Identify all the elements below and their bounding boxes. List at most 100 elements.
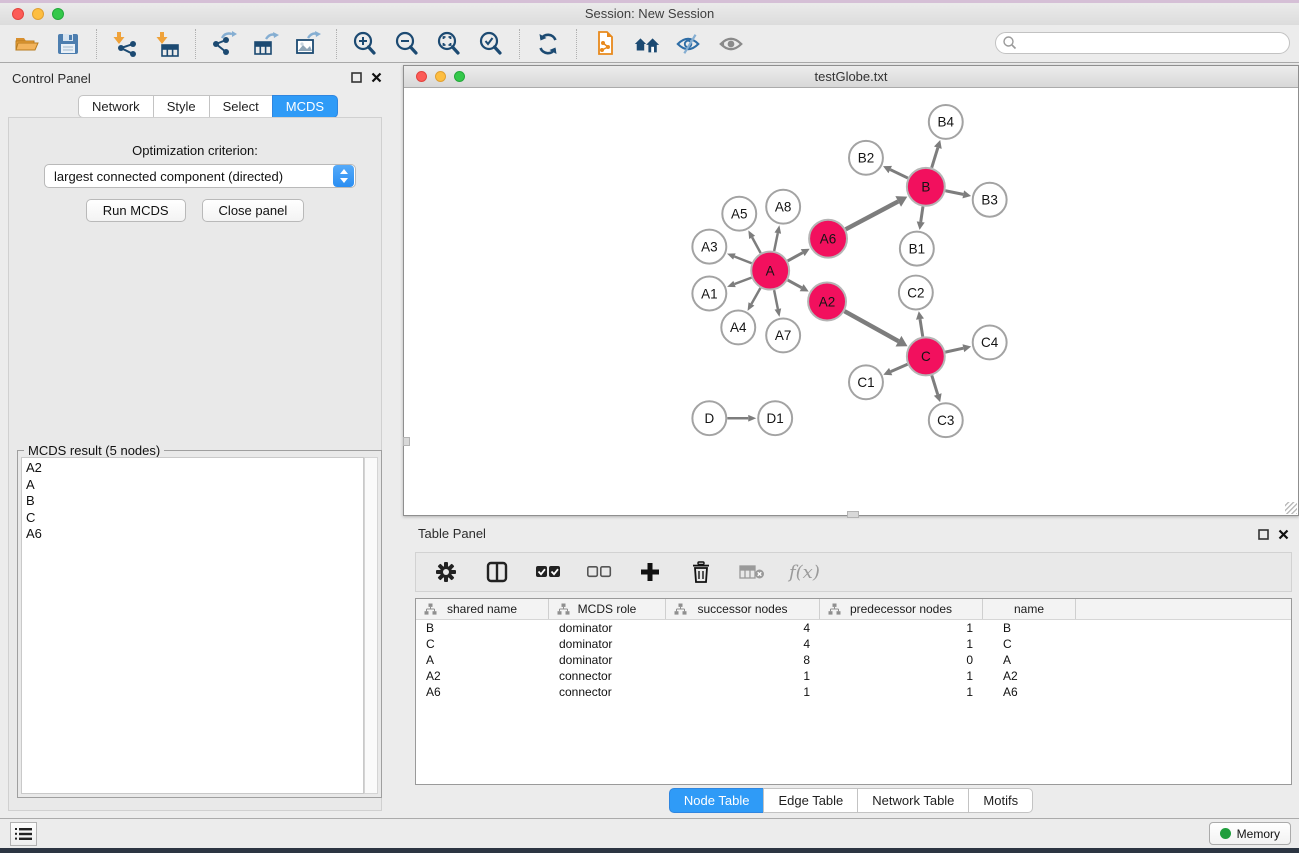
- cell-shared-name[interactable]: B: [416, 621, 549, 635]
- cell-name[interactable]: A2: [983, 669, 1076, 683]
- open-file-icon[interactable]: [12, 30, 40, 58]
- delete-table-icon[interactable]: [738, 558, 766, 586]
- open-session-icon[interactable]: [591, 30, 619, 58]
- cell-MCDS-role[interactable]: connector: [549, 685, 666, 699]
- tab-node-table[interactable]: Node Table: [669, 788, 765, 813]
- cell-name[interactable]: A: [983, 653, 1076, 667]
- edge-C-C3[interactable]: [932, 375, 938, 394]
- select-all-icon[interactable]: [534, 558, 562, 586]
- edge-C-C1[interactable]: [891, 364, 908, 371]
- deselect-all-icon[interactable]: [585, 558, 613, 586]
- table-row[interactable]: A6connector11A6: [416, 684, 1291, 700]
- edge-A-A5[interactable]: [752, 237, 761, 253]
- cell-MCDS-role[interactable]: connector: [549, 669, 666, 683]
- table-row[interactable]: A2connector11A2: [416, 668, 1291, 684]
- tab-mcds[interactable]: MCDS: [272, 95, 338, 118]
- splitter-handle-bottom[interactable]: [847, 511, 859, 518]
- import-network-icon[interactable]: [111, 30, 139, 58]
- hide-selected-icon[interactable]: [675, 30, 703, 58]
- network-graph[interactable]: B4B2BB3A5A8A6A3B1AA1C2A2A4A7C4CC1C3DD1: [404, 89, 1298, 515]
- cell-name[interactable]: B: [983, 621, 1076, 635]
- cell-name[interactable]: A6: [983, 685, 1076, 699]
- edge-C-C2[interactable]: [920, 319, 923, 337]
- search-input[interactable]: [1018, 34, 1289, 52]
- memory-button[interactable]: Memory: [1209, 822, 1291, 845]
- edge-A-A8[interactable]: [774, 233, 778, 251]
- search-field[interactable]: [995, 32, 1290, 54]
- edge-A2-C[interactable]: [844, 311, 898, 341]
- zoom-fit-icon[interactable]: [435, 30, 463, 58]
- criterion-dropdown[interactable]: largest connected component (directed): [44, 164, 356, 188]
- resize-grip-icon[interactable]: [1285, 502, 1297, 514]
- result-scrollbar[interactable]: [364, 457, 378, 794]
- run-mcds-button[interactable]: Run MCDS: [86, 199, 186, 222]
- add-column-icon[interactable]: [636, 558, 664, 586]
- column-header-successor-nodes[interactable]: successor nodes: [666, 599, 820, 619]
- result-item[interactable]: B: [26, 493, 363, 510]
- cell-successor-nodes[interactable]: 4: [666, 621, 820, 635]
- float-table-panel-icon[interactable]: [1258, 529, 1269, 540]
- cell-predecessor-nodes[interactable]: 1: [820, 637, 983, 651]
- cell-successor-nodes[interactable]: 1: [666, 685, 820, 699]
- tab-style[interactable]: Style: [153, 95, 210, 118]
- cell-predecessor-nodes[interactable]: 1: [820, 685, 983, 699]
- table-row[interactable]: Bdominator41B: [416, 620, 1291, 636]
- splitter-handle-left[interactable]: [403, 437, 410, 446]
- network-window-titlebar[interactable]: testGlobe.txt: [404, 66, 1298, 88]
- mcds-result-list[interactable]: A2ABCA6: [21, 457, 364, 794]
- close-panel-icon[interactable]: [371, 72, 382, 83]
- zoom-in-icon[interactable]: [351, 30, 379, 58]
- edge-B-B4[interactable]: [932, 148, 938, 168]
- result-item[interactable]: C: [26, 510, 363, 527]
- function-builder-icon[interactable]: f(x): [789, 562, 820, 583]
- column-header-shared-name[interactable]: shared name: [416, 599, 549, 619]
- tab-select[interactable]: Select: [209, 95, 273, 118]
- cell-MCDS-role[interactable]: dominator: [549, 653, 666, 667]
- result-item[interactable]: A6: [26, 526, 363, 543]
- edge-B-B3[interactable]: [945, 191, 963, 195]
- export-network-icon[interactable]: [210, 30, 238, 58]
- cell-successor-nodes[interactable]: 8: [666, 653, 820, 667]
- column-layout-icon[interactable]: [483, 558, 511, 586]
- cell-predecessor-nodes[interactable]: 1: [820, 669, 983, 683]
- column-header-MCDS-role[interactable]: MCDS role: [549, 599, 666, 619]
- edge-A-A7[interactable]: [774, 290, 778, 309]
- table-row[interactable]: Cdominator41C: [416, 636, 1291, 652]
- edge-A-A2[interactable]: [788, 280, 802, 288]
- import-table-icon[interactable]: [153, 30, 181, 58]
- cell-shared-name[interactable]: C: [416, 637, 549, 651]
- result-item[interactable]: A: [26, 477, 363, 494]
- close-panel-button[interactable]: Close panel: [202, 199, 305, 222]
- edge-A6-B[interactable]: [846, 201, 899, 229]
- node-table[interactable]: shared nameMCDS rolesuccessor nodesprede…: [415, 598, 1292, 785]
- export-image-icon[interactable]: [294, 30, 322, 58]
- save-session-icon[interactable]: [54, 30, 82, 58]
- table-row[interactable]: Adominator80A: [416, 652, 1291, 668]
- tab-motifs[interactable]: Motifs: [968, 788, 1033, 813]
- zoom-selected-icon[interactable]: [477, 30, 505, 58]
- cell-predecessor-nodes[interactable]: 1: [820, 621, 983, 635]
- delete-column-icon[interactable]: [687, 558, 715, 586]
- cell-shared-name[interactable]: A6: [416, 685, 549, 699]
- refresh-icon[interactable]: [534, 30, 562, 58]
- tab-edge-table[interactable]: Edge Table: [763, 788, 858, 813]
- result-item[interactable]: A2: [26, 460, 363, 477]
- column-header-name[interactable]: name: [983, 599, 1076, 619]
- cell-predecessor-nodes[interactable]: 0: [820, 653, 983, 667]
- show-all-icon[interactable]: [717, 30, 745, 58]
- task-history-button[interactable]: [10, 822, 37, 846]
- cell-MCDS-role[interactable]: dominator: [549, 621, 666, 635]
- zoom-out-icon[interactable]: [393, 30, 421, 58]
- close-table-panel-icon[interactable]: [1278, 529, 1289, 540]
- home-layout-icon[interactable]: [633, 30, 661, 58]
- cell-successor-nodes[interactable]: 1: [666, 669, 820, 683]
- cell-name[interactable]: C: [983, 637, 1076, 651]
- cell-shared-name[interactable]: A2: [416, 669, 549, 683]
- edge-C-C4[interactable]: [945, 348, 963, 352]
- network-canvas[interactable]: B4B2BB3A5A8A6A3B1AA1C2A2A4A7C4CC1C3DD1: [404, 89, 1298, 515]
- cell-successor-nodes[interactable]: 4: [666, 637, 820, 651]
- edge-A-A4[interactable]: [751, 288, 760, 304]
- tab-network[interactable]: Network: [78, 95, 154, 118]
- edge-B-B1[interactable]: [921, 207, 923, 222]
- edge-B-B2[interactable]: [890, 170, 908, 179]
